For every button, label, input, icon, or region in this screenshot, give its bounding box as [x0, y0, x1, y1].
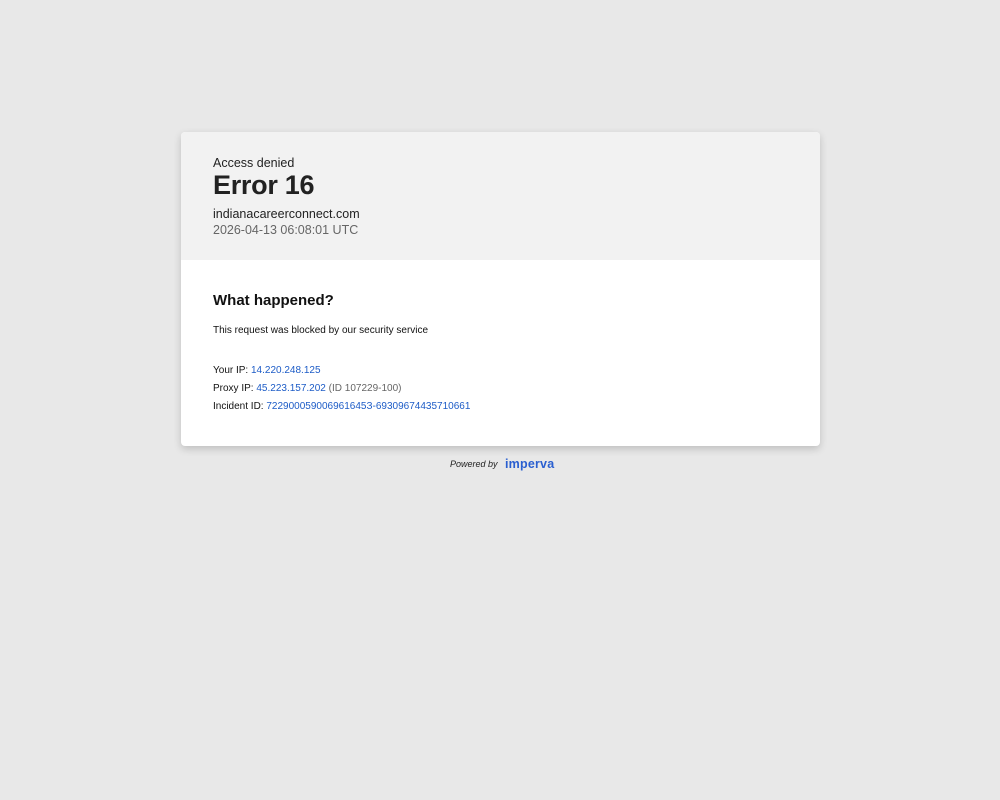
error-title: Error 16 — [213, 170, 315, 200]
imperva-logo[interactable]: imperva — [505, 457, 554, 471]
proxy-ip-line: Proxy IP: 45.223.157.202 (ID 107229-100) — [213, 383, 401, 394]
blocked-message: This request was blocked by our security… — [213, 325, 429, 336]
domain-name: indianacareerconnect.com — [213, 207, 360, 221]
proxy-ip-label: Proxy IP: — [213, 383, 254, 394]
your-ip-line: Your IP: 14.220.248.125 — [213, 365, 321, 376]
incident-id-value[interactable]: 722900059006961645З-69309674435710661 — [266, 401, 470, 412]
error-details: What happened? This request was blocked … — [181, 260, 820, 446]
error-header: Access denied Error 16 indianacareerconn… — [181, 132, 820, 260]
proxy-id: (ID 107229-100) — [328, 383, 402, 394]
proxy-ip-value[interactable]: 45.223.157.202 — [256, 383, 326, 394]
your-ip-value[interactable]: 14.220.248.125 — [251, 365, 321, 376]
incident-id-line: Incident ID: 722900059006961645З-6930967… — [213, 401, 470, 412]
powered-by-label: Powered by — [450, 459, 498, 469]
your-ip-label: Your IP: — [213, 365, 249, 376]
access-denied-label: Access denied — [213, 156, 295, 170]
timestamp: 2026-04-13 06:08:01 UTC — [213, 223, 359, 237]
what-happened-heading: What happened? — [213, 292, 334, 309]
incident-id-label: Incident ID: — [213, 401, 264, 412]
error-card: Access denied Error 16 indianacareerconn… — [181, 132, 820, 446]
